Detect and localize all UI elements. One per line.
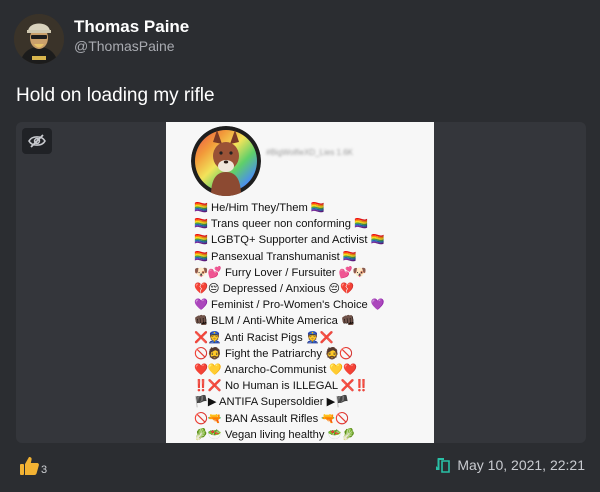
bio-line: 💔😔 Depressed / Anxious 😔💔 (194, 283, 355, 296)
post-meta[interactable]: May 10, 2021, 22:21 (435, 457, 585, 473)
blurred-username: #BigWolfieXD_Lies 1.6K (266, 148, 354, 157)
like-button[interactable]: 3 (18, 455, 47, 477)
thumbs-up-icon (20, 457, 39, 475)
eye-slash-icon (28, 134, 46, 148)
bio-line: ‼️❌ No Human is ILLEGAL ❌‼️ (194, 380, 369, 393)
bio-line: 🏳️‍🌈 LGBTQ+ Supporter and Activist 🏳️‍🌈 (194, 234, 385, 247)
bio-line: 🐶💕 Furry Lover / Fursuiter 💕🐶 (194, 266, 367, 279)
bio-line: ❤️💛 Anarcho-Communist 💛❤️ (194, 364, 358, 377)
bio-line: 🚫🔫 BAN Assault Rifles 🔫🚫 (194, 412, 350, 425)
profile-picture (191, 126, 261, 196)
post-timestamp[interactable]: May 10, 2021, 22:21 (457, 457, 585, 473)
bio-line: ❌👮 Anti Racist Pigs 👮❌ (194, 331, 334, 344)
avatar-image (14, 14, 64, 64)
author-name[interactable]: Thomas Paine (74, 17, 189, 37)
media-attachment[interactable]: #BigWolfieXD_Lies 1.6K 🏳️‍🌈 He/Him They/… (16, 122, 586, 443)
attached-screenshot: #BigWolfieXD_Lies 1.6K 🏳️‍🌈 He/Him They/… (166, 122, 434, 443)
bio-line: 🏳️‍🌈 He/Him They/Them 🏳️‍🌈 (194, 202, 325, 214)
bio-line: 🏴▶ ANTIFA Supersoldier ▶🏴 (194, 396, 350, 409)
like-count: 3 (41, 464, 48, 476)
bio-line: 👊🏿 BLM / Anti-White America 👊🏿 (194, 315, 355, 328)
bio-line: 🥬🥗 Vegan living healthy 🥗🥬 (194, 428, 356, 441)
external-link-icon[interactable] (435, 457, 451, 473)
bio-lines: 🏳️‍🌈 He/Him They/Them 🏳️‍🌈 🏳️‍🌈 Trans qu… (194, 200, 428, 443)
bio-line: 🚫🧔 Fight the Patriarchy 🧔🚫 (194, 347, 353, 360)
author-avatar[interactable] (14, 14, 64, 64)
bio-line: 🏳️‍🌈 Trans queer non conforming 🏳️‍🌈 (194, 218, 369, 231)
post-text: Hold on loading my rifle (16, 85, 215, 106)
bio-line: 💜 Feminist / Pro-Women's Choice 💜 (194, 299, 385, 312)
hide-media-button[interactable] (22, 128, 52, 154)
author-handle[interactable]: @ThomasPaine (74, 38, 175, 54)
bio-line: 🏳️‍🌈 Pansexual Transhumanist 🏳️‍🌈 (194, 250, 357, 263)
